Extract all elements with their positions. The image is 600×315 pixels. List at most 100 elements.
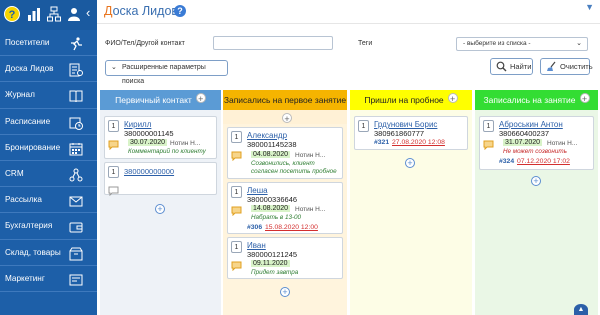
lead-comment: Не может созвонить	[503, 148, 567, 155]
advanced-search-toggle[interactable]: ⌄ Расширенные параметры поиска	[105, 60, 228, 85]
add-lead-icon[interactable]: +	[280, 287, 290, 297]
comment-icon[interactable]	[231, 148, 242, 162]
task-date[interactable]: 07.12.2020 17:02	[517, 158, 570, 165]
sidebar-item-warehouse[interactable]: Склад, товары	[0, 240, 97, 266]
card-number: 1	[483, 120, 494, 132]
lead-phone: 380001145238	[247, 140, 297, 149]
lead-phone: 380000336646	[247, 195, 298, 204]
add-icon[interactable]: +	[282, 113, 292, 124]
column-header: Первичный контакт +	[100, 90, 221, 110]
lead-manager: Нотин Н...	[295, 205, 326, 213]
sidebar-item-marketing[interactable]: Маркетинг	[0, 266, 97, 292]
column-body: 1 Аброськин Антон 380660400237 31.07.202…	[475, 110, 598, 315]
sidebar-item-leads[interactable]: Доска Лидов	[0, 56, 97, 83]
lead-phone: 380000001145	[124, 129, 174, 138]
comment-icon[interactable]	[483, 137, 494, 151]
add-lead-icon[interactable]: +	[531, 176, 541, 186]
org-chart-icon[interactable]	[47, 6, 61, 22]
sidebar-nav: Посетители Доска Лидов Журнал Расписание…	[0, 30, 97, 292]
lead-name-link[interactable]: Александр	[247, 131, 287, 140]
sidebar-item-schedule[interactable]: Расписание	[0, 109, 97, 135]
wallet-icon	[69, 219, 83, 233]
lead-phone: 380000121245	[247, 250, 298, 259]
collapse-sidebar-icon[interactable]: ‹	[86, 5, 90, 21]
task-date[interactable]: 15.08.2020 12:00	[265, 224, 318, 231]
lead-phone: 380961860777	[374, 129, 425, 138]
box-icon	[69, 246, 83, 260]
lead-comment: Созвонились, клиент согласен посетить пр…	[251, 160, 337, 175]
card-number: 1	[231, 186, 242, 198]
lead-card[interactable]: 1 Аброськин Антон 380660400237 31.07.202…	[479, 116, 594, 170]
task-id[interactable]: #306	[247, 224, 262, 231]
lead-phone-link[interactable]: 380000000000	[124, 167, 174, 176]
column-trial: Пришли на пробное + 1 Грдунович Борис 380…	[350, 90, 472, 315]
chevron-down-icon: ⌄	[111, 64, 117, 71]
lead-manager: Нотин Н...	[295, 151, 326, 159]
comment-icon[interactable]	[108, 183, 119, 197]
comment-icon[interactable]	[108, 137, 119, 151]
schedule-icon	[69, 115, 83, 130]
card-number: 1	[108, 166, 119, 178]
task-id[interactable]: #324	[499, 158, 514, 165]
contact-search-input[interactable]	[213, 36, 333, 50]
column-primary-contact: Первичный контакт + 1 Кирилл 380000001145…	[100, 90, 221, 315]
users-icon[interactable]	[67, 6, 81, 22]
task-id[interactable]: #321	[374, 139, 389, 146]
add-icon[interactable]: +	[447, 93, 458, 104]
column-body: 1 Грдунович Борис 380961860777 #321 27.0…	[350, 110, 472, 315]
card-number: 1	[231, 131, 242, 143]
column-header: Пришли на пробное +	[350, 90, 472, 110]
card-number: 1	[231, 241, 242, 253]
lead-comment: Комментарий по клиенту	[128, 148, 206, 155]
lead-manager: Нотин Н...	[170, 139, 201, 147]
sidebar-item-label: Склад, товары	[5, 247, 61, 257]
calendar-icon	[69, 141, 83, 156]
sidebar-item-mailing[interactable]: Рассылка	[0, 187, 97, 214]
sidebar-item-booking[interactable]: Бронирование	[0, 135, 97, 161]
sidebar-item-label: Маркетинг	[5, 273, 45, 283]
sidebar-item-crm[interactable]: CRM	[0, 161, 97, 188]
help-icon[interactable]: ?	[174, 5, 186, 17]
lead-card[interactable]: 1 Кирилл 380000001145 30.07.2020 Нотин Н…	[104, 116, 217, 159]
lead-name-link[interactable]: Кирилл	[124, 120, 151, 129]
lead-card[interactable]: 1 Иван 380000121245 09.11.2020 Придет за…	[227, 237, 343, 279]
column-body: 1 Александр 380001145238 04.08.2020 Ноти…	[223, 124, 347, 315]
add-icon[interactable]: +	[195, 93, 206, 104]
add-lead-icon[interactable]: +	[405, 158, 415, 168]
tags-label: Теги	[358, 40, 373, 47]
lead-card[interactable]: 1 Грдунович Борис 380961860777 #321 27.0…	[354, 116, 468, 150]
search-icon	[496, 61, 507, 72]
scroll-up-button[interactable]: ▲	[574, 304, 588, 315]
help-icon[interactable]: ?	[4, 6, 20, 22]
lead-name-link[interactable]: Грдунович Борис	[374, 120, 437, 129]
lead-name-link[interactable]: Леша	[247, 186, 268, 195]
bar-chart-icon[interactable]	[27, 6, 41, 22]
lead-name-link[interactable]: Иван	[247, 241, 266, 250]
lead-manager: Нотин Н...	[547, 139, 578, 147]
lead-name-link[interactable]: Аброськин Антон	[499, 120, 563, 129]
card-number: 1	[358, 120, 369, 132]
sidebar-item-visitors[interactable]: Посетители	[0, 30, 97, 57]
chevron-down-icon[interactable]: ▼	[585, 2, 594, 12]
comment-icon[interactable]	[231, 258, 242, 272]
mail-icon	[69, 193, 83, 207]
lead-card[interactable]: 1 380000000000	[104, 162, 217, 197]
clear-button[interactable]: Очистить	[540, 58, 593, 75]
broom-icon	[546, 61, 557, 72]
app-root: ? ‹ Посетители Доска Лидов Журнал Распис…	[0, 0, 600, 315]
add-icon[interactable]: +	[579, 93, 590, 104]
task-date[interactable]: 27.08.2020 12:08	[392, 139, 445, 146]
find-button[interactable]: Найти	[490, 58, 533, 75]
sidebar-item-journal[interactable]: Журнал	[0, 82, 97, 109]
sidebar-item-accounting[interactable]: Бухгалтерия	[0, 213, 97, 240]
lead-comment: Набрать в 13-00	[251, 214, 302, 221]
lead-date: 14.08.2020	[251, 205, 291, 212]
column-body: 1 Кирилл 380000001145 30.07.2020 Нотин Н…	[100, 110, 221, 315]
running-person-icon	[69, 36, 83, 51]
comment-icon[interactable]	[231, 203, 242, 217]
lead-card[interactable]: 1 Леша 380000336646 14.08.2020 Нотин Н..…	[227, 182, 343, 234]
book-icon	[69, 88, 83, 103]
tags-select[interactable]: - выберите из списка - ⌄	[456, 37, 588, 51]
add-lead-icon[interactable]: +	[155, 204, 165, 214]
lead-card[interactable]: 1 Александр 380001145238 04.08.2020 Ноти…	[227, 127, 343, 179]
